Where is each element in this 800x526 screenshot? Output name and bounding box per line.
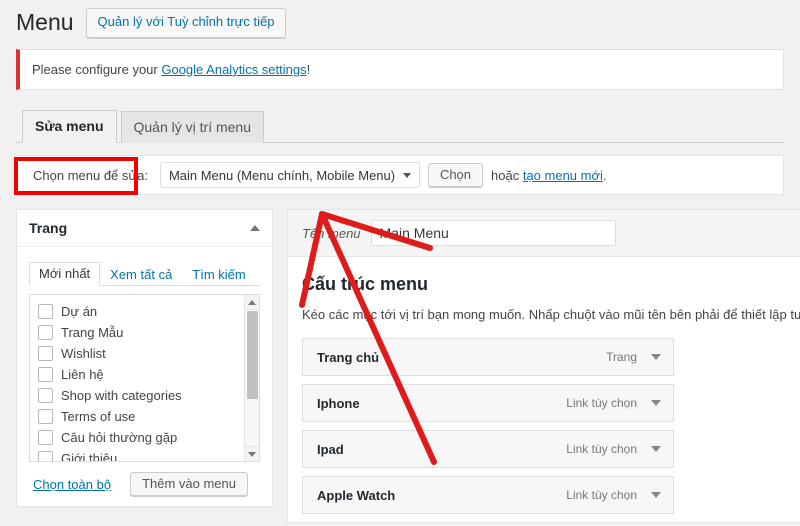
menu-item-meta: Trang <box>606 350 661 364</box>
add-to-menu-button[interactable]: Thêm vào menu <box>130 472 248 497</box>
menu-select-bar: Chọn menu để sửa: Main Menu (Menu chính,… <box>16 155 784 196</box>
list-item-label: Shop with categories <box>61 387 182 403</box>
menu-select-dropdown[interactable]: Main Menu (Menu chính, Mobile Menu) <box>159 162 420 189</box>
list-item[interactable]: Wishlist <box>38 343 259 363</box>
menu-item-meta: Link tùy chọn <box>566 396 661 410</box>
list-item-label: Giới thiệu <box>61 450 118 463</box>
add-menu-items-column: Trang Mới nhất Xem tất cả Tìm kiếm Dự án… <box>16 209 273 508</box>
chevron-up-icon[interactable] <box>250 225 260 232</box>
menu-item-type: Link tùy chọn <box>566 396 637 411</box>
scrollbar-thumb[interactable] <box>247 311 258 400</box>
menu-item-title: Iphone <box>317 395 360 411</box>
pages-tab-view-all[interactable]: Xem tất cả <box>100 263 182 286</box>
menu-item-meta: Link tùy chọn <box>566 488 661 502</box>
pages-checklist: Dự án Trang Mẫu Wishlist Liên hệ Shop wi… <box>30 295 259 462</box>
menu-editor-columns: Trang Mới nhất Xem tất cả Tìm kiếm Dự án… <box>16 209 800 524</box>
menu-nav-tabs: Sửa menu Quản lý vị trí menu <box>16 110 784 144</box>
menu-item-type: Trang <box>606 350 637 365</box>
page-title: Menu <box>16 9 74 35</box>
menu-item-type: Link tùy chọn <box>566 488 637 503</box>
list-item-label: Wishlist <box>61 345 106 361</box>
customize-menu-button[interactable]: Quản lý với Tuỳ chỉnh trực tiếp <box>85 8 287 38</box>
or-suffix: . <box>602 167 607 183</box>
chevron-down-icon[interactable] <box>651 492 661 499</box>
list-item[interactable]: Câu hỏi thường gặp <box>38 427 259 447</box>
or-label: hoặc <box>491 167 523 183</box>
pages-tab-recent[interactable]: Mới nhất <box>29 262 101 287</box>
chevron-down-icon <box>402 172 411 178</box>
checkbox-icon[interactable] <box>38 324 53 340</box>
list-item[interactable]: Dự án <box>38 301 259 321</box>
tab-edit-menu[interactable]: Sửa menu <box>22 110 117 144</box>
menu-name-input[interactable]: Main Menu <box>370 220 616 247</box>
menu-item-meta: Link tùy chọn <box>566 442 661 456</box>
checkbox-icon[interactable] <box>38 366 53 382</box>
checkbox-icon[interactable] <box>38 450 53 462</box>
pages-postbox-footer: Chọn toàn bộ Thêm vào menu <box>29 462 260 506</box>
menu-item-row[interactable]: Iphone Link tùy chọn <box>302 384 674 423</box>
triangle-up-icon <box>248 299 256 305</box>
menu-item-row[interactable]: Ipad Link tùy chọn <box>302 430 674 469</box>
scroll-up-button[interactable] <box>245 295 259 311</box>
select-menu-button[interactable]: Chọn <box>427 163 484 188</box>
menu-name-row: Tên menu Main Menu <box>287 209 800 257</box>
list-item-label: Dự án <box>61 303 98 319</box>
list-item[interactable]: Terms of use <box>38 406 259 426</box>
menu-name-label: Tên menu <box>302 225 361 241</box>
chevron-down-icon[interactable] <box>651 354 661 361</box>
chevron-down-icon[interactable] <box>651 400 661 407</box>
list-item[interactable]: Liên hệ <box>38 364 259 384</box>
pages-postbox: Trang Mới nhất Xem tất cả Tìm kiếm Dự án… <box>16 209 273 508</box>
page-header: Menu Quản lý với Tuỳ chỉnh trực tiếp <box>0 0 800 44</box>
menu-structure-description: Kéo các mục tới vị trí bạn mong muốn. Nh… <box>302 306 800 322</box>
checkbox-icon[interactable] <box>38 429 53 445</box>
google-analytics-notice: Please configure your Google Analytics s… <box>16 48 784 91</box>
checkbox-icon[interactable] <box>38 345 53 361</box>
select-menu-label: Chọn menu để sửa: <box>33 167 148 183</box>
checkbox-icon[interactable] <box>38 303 53 319</box>
create-menu-text: hoặc tạo menu mới. <box>491 168 607 183</box>
menu-item-title: Trang chủ <box>317 349 380 365</box>
checkbox-icon[interactable] <box>38 387 53 403</box>
pages-checklist-container: Dự án Trang Mẫu Wishlist Liên hệ Shop wi… <box>29 294 260 463</box>
tab-manage-locations[interactable]: Quản lý vị trí menu <box>120 111 264 144</box>
menu-item-row[interactable]: Apple Watch Link tùy chọn <box>302 476 674 515</box>
triangle-down-icon <box>248 451 256 457</box>
menu-select-value: Main Menu (Menu chính, Mobile Menu) <box>168 167 396 183</box>
menu-item-title: Apple Watch <box>317 487 396 503</box>
pages-tab-search[interactable]: Tìm kiếm <box>182 263 255 286</box>
pages-postbox-title: Trang <box>29 220 68 237</box>
menu-item-title: Ipad <box>317 441 344 457</box>
scroll-down-button[interactable] <box>245 446 259 462</box>
list-item-label: Liên hệ <box>61 366 104 382</box>
menu-structure-column: Tên menu Main Menu Cấu trúc menu Kéo các… <box>287 209 800 524</box>
pages-tabs: Mới nhất Xem tất cả Tìm kiếm <box>29 259 260 287</box>
menu-structure-body: Cấu trúc menu Kéo các mục tới vị trí bạn… <box>287 256 800 524</box>
menu-item-row[interactable]: Trang chủ Trang <box>302 338 674 377</box>
list-item-label: Câu hỏi thường gặp <box>61 429 178 445</box>
create-new-menu-link[interactable]: tạo menu mới <box>523 168 603 183</box>
google-analytics-settings-link[interactable]: Google Analytics settings <box>161 62 306 77</box>
list-item-label: Trang Mẫu <box>61 324 124 340</box>
checkbox-icon[interactable] <box>38 408 53 424</box>
list-item[interactable]: Trang Mẫu <box>38 322 259 342</box>
menu-item-type: Link tùy chọn <box>566 442 637 457</box>
notice-text-after: ! <box>306 61 311 77</box>
admin-menu-page: Menu Quản lý với Tuỳ chỉnh trực tiếp Ple… <box>0 0 800 526</box>
notice-text-before: Please configure your <box>32 61 162 77</box>
pages-postbox-body: Mới nhất Xem tất cả Tìm kiếm Dự án Trang… <box>17 247 272 506</box>
menu-items-list: Trang chủ Trang Iphone Link tùy chọn Ipa… <box>302 338 800 515</box>
menu-structure-title: Cấu trúc menu <box>302 274 429 295</box>
list-item-label: Terms of use <box>61 408 136 424</box>
chevron-down-icon[interactable] <box>651 446 661 453</box>
select-all-link[interactable]: Chọn toàn bộ <box>33 477 111 492</box>
list-item[interactable]: Shop with categories <box>38 385 259 405</box>
list-item[interactable]: Giới thiệu <box>38 448 259 462</box>
pages-postbox-header[interactable]: Trang <box>17 210 272 248</box>
checklist-scrollbar[interactable] <box>244 295 259 462</box>
